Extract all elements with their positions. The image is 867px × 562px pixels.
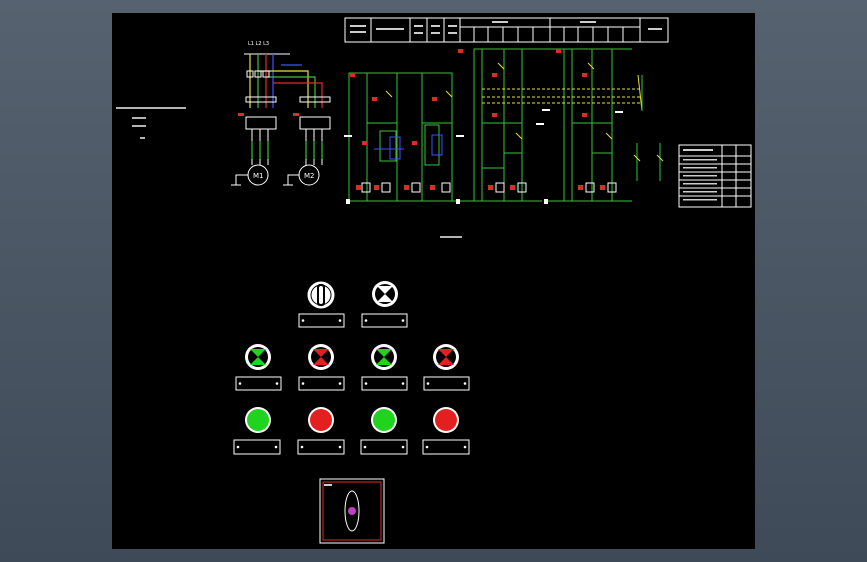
lamp-label-plates	[235, 376, 470, 391]
motor-m2-label: M2	[304, 172, 315, 180]
drawing-sheet[interactable]: L1 L2 L3 M1 M2	[112, 13, 755, 549]
selector-switch[interactable]	[307, 281, 335, 309]
stop-button-red-1[interactable]	[308, 407, 334, 433]
control-circuit[interactable]	[344, 48, 664, 238]
motor-m1-label: M1	[253, 172, 264, 180]
stop-lamp-red-1[interactable]	[308, 344, 334, 370]
main-power-circuit[interactable]: L1 L2 L3 M1 M2	[231, 41, 331, 186]
motor-notes	[116, 107, 186, 139]
run-lamp-green-1[interactable]	[245, 344, 271, 370]
indicator-label-plate	[361, 313, 408, 328]
stop-button-red-2[interactable]	[433, 407, 459, 433]
joystick-controller[interactable]	[319, 478, 385, 544]
button-label-plates	[233, 439, 470, 455]
run-lamp-green-2[interactable]	[371, 344, 397, 370]
svg-text:L1 L2 L3: L1 L2 L3	[248, 41, 269, 47]
cad-viewport[interactable]: L1 L2 L3 M1 M2	[0, 0, 867, 562]
component-legend-table[interactable]	[678, 144, 752, 208]
start-button-green-2[interactable]	[371, 407, 397, 433]
indicator-lamp-white[interactable]	[372, 281, 398, 307]
selector-label-plate	[298, 313, 345, 328]
stop-lamp-red-2[interactable]	[433, 344, 459, 370]
start-button-green-1[interactable]	[245, 407, 271, 433]
joystick-knob[interactable]	[348, 507, 356, 515]
title-block	[344, 17, 669, 43]
